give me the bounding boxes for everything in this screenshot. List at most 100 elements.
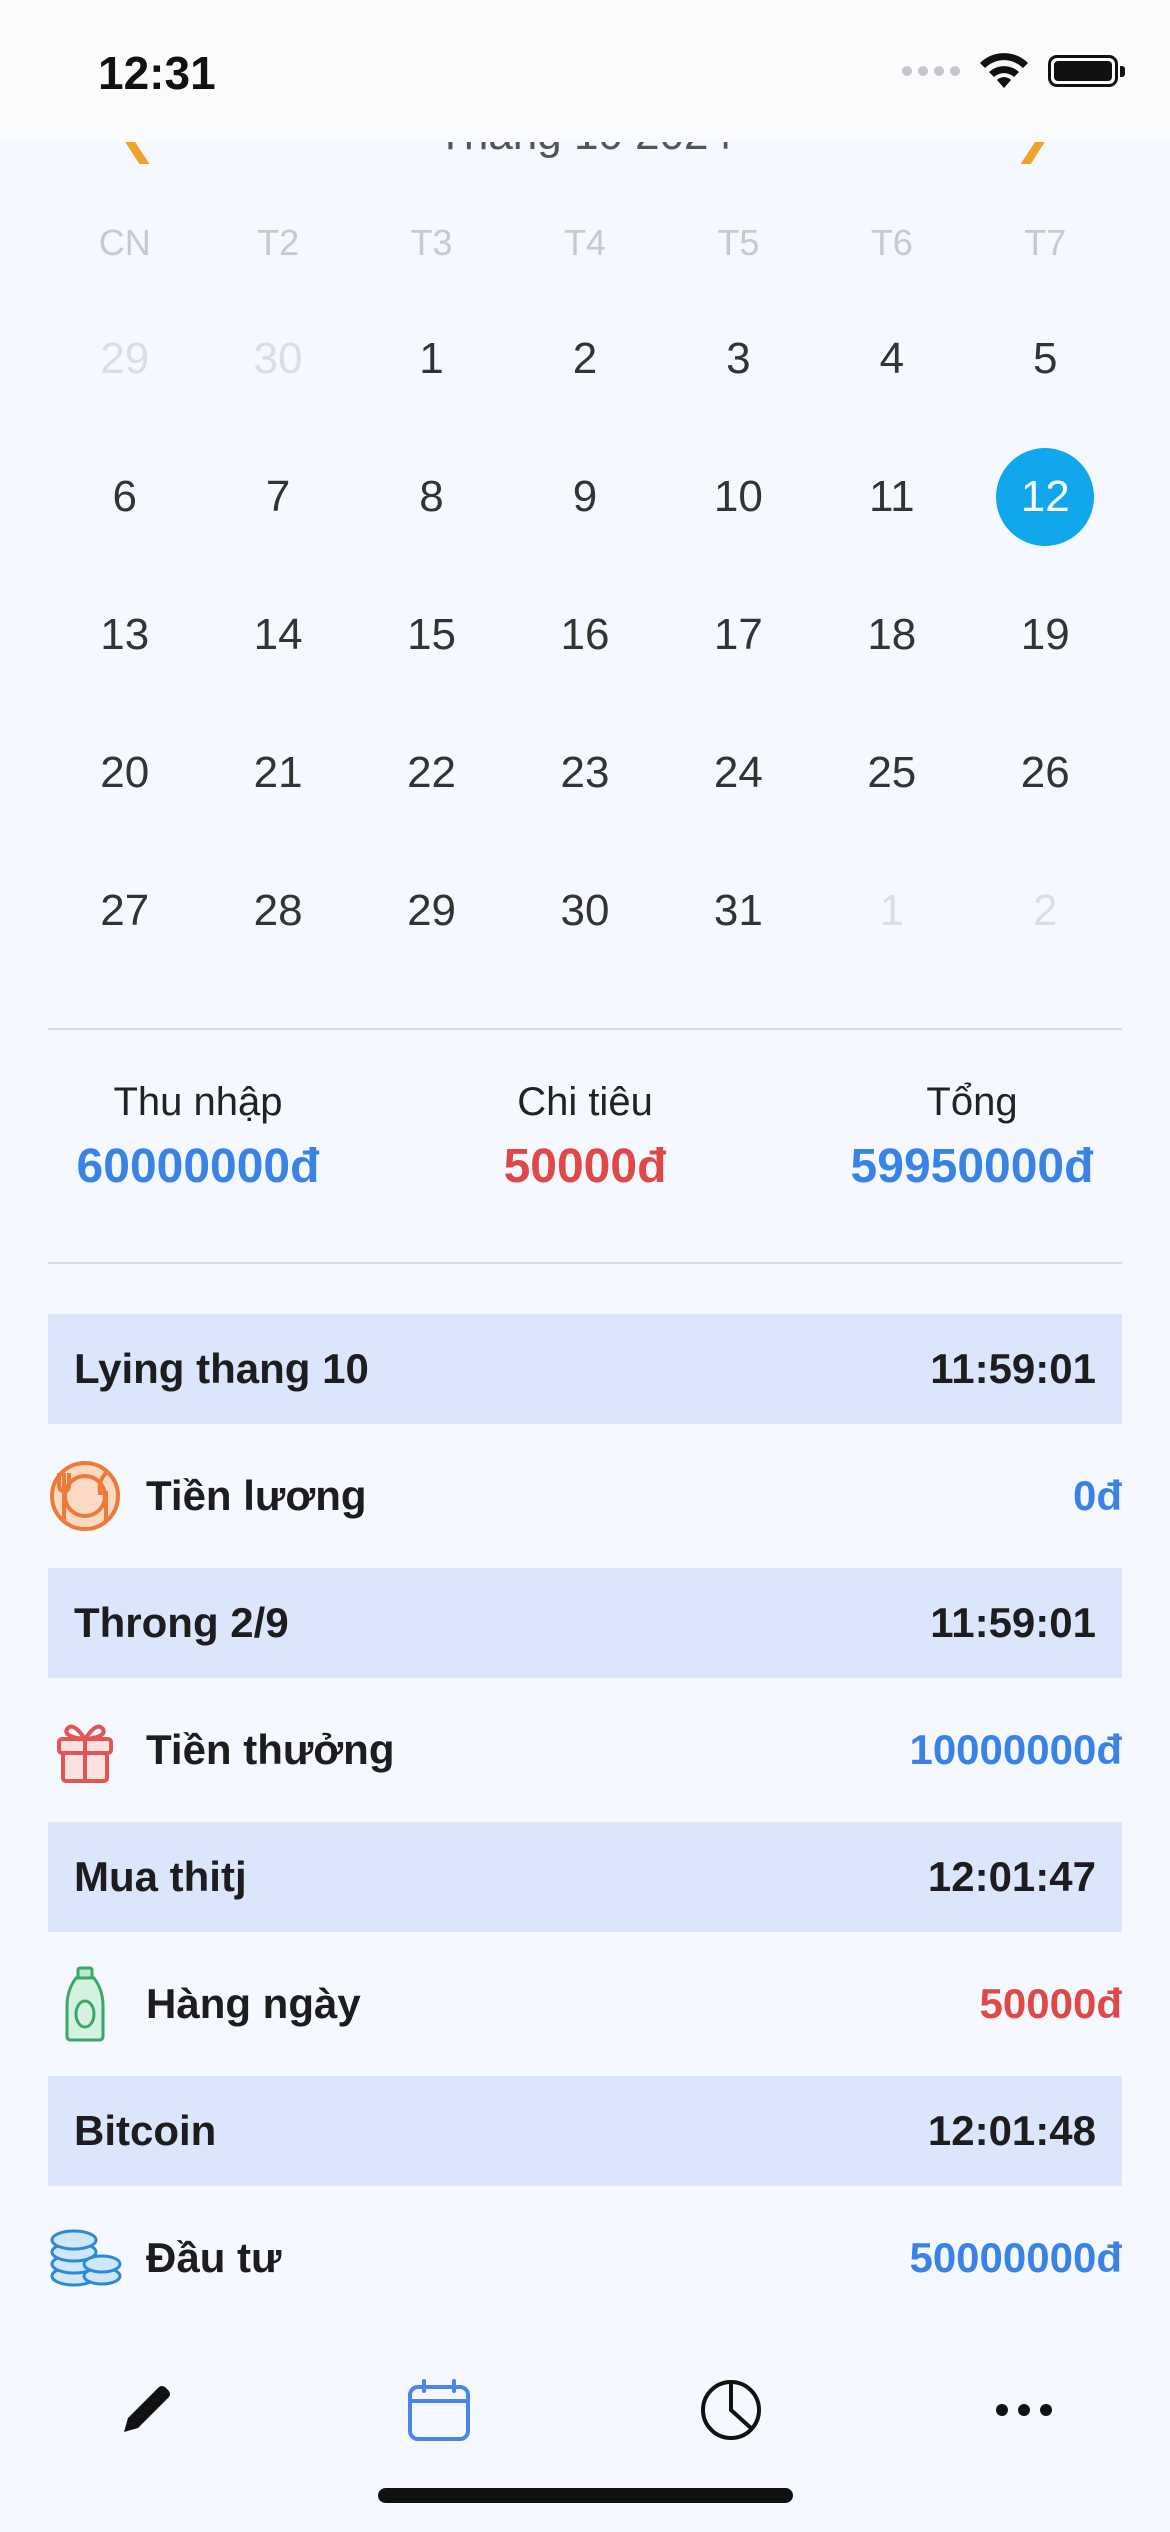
transaction-row[interactable]: Tiền thưởng 10000000đ [48, 1678, 1122, 1822]
divider [48, 1262, 1122, 1264]
status-bar: 12:31 [0, 0, 1170, 142]
calendar-grid: 29 30 1 2 3 4 5 6 7 8 9 10 11 12 13 14 1… [48, 290, 1122, 980]
transaction-time: 11:59:01 [930, 1599, 1096, 1646]
battery-icon [1048, 55, 1125, 87]
transaction-time: 12:01:48 [927, 2107, 1096, 2154]
calendar-week: 27 28 29 30 31 1 2 [48, 842, 1122, 980]
pie-chart-icon [701, 2380, 762, 2440]
status-time: 12:31 [98, 47, 216, 99]
calendar-day[interactable]: 22 [355, 704, 508, 842]
calendar-day[interactable]: 13 [48, 566, 201, 704]
calendar-day[interactable]: 16 [508, 566, 661, 704]
coins-icon [48, 2221, 122, 2295]
calendar-day[interactable]: 1 [355, 290, 508, 428]
month-summary: Thu nhập 60000000đ Chi tiêu 50000đ Tổng … [48, 1080, 1122, 1230]
transaction-list: Lying thang 10 11:59:01 Tiền lương 0đ Th… [48, 1314, 1122, 2330]
calendar-day[interactable]: 23 [508, 704, 661, 842]
transaction-header[interactable]: Lying thang 10 11:59:01 [48, 1314, 1122, 1424]
calendar-day[interactable]: 2 [969, 842, 1122, 980]
transaction-amount: 50000000đ [909, 2234, 1122, 2281]
calendar-day[interactable]: 21 [201, 704, 354, 842]
cellular-signal-icon [902, 66, 960, 76]
divider [48, 1028, 1122, 1030]
calendar-day[interactable]: 20 [48, 704, 201, 842]
bottle-icon [48, 1966, 122, 2042]
transaction-category: Hàng ngày [146, 1980, 361, 2027]
expense-summary: Chi tiêu 50000đ [435, 1080, 735, 1194]
calendar-day[interactable]: 4 [815, 290, 968, 428]
calendar-day-selected[interactable]: 12 [969, 428, 1122, 566]
weekday-label: T4 [563, 222, 606, 263]
calendar-day[interactable]: 31 [662, 842, 815, 980]
calendar-day[interactable]: 30 [201, 290, 354, 428]
calendar-day[interactable]: 30 [508, 842, 661, 980]
transaction-note: Lying thang 10 [74, 1345, 369, 1392]
calendar-day[interactable]: 1 [815, 842, 968, 980]
transaction-row[interactable]: Hàng ngày 50000đ [48, 1932, 1122, 2076]
transaction-amount: 10000000đ [909, 1726, 1122, 1773]
transaction-amount: 50000đ [979, 1980, 1122, 2027]
calendar-day[interactable]: 7 [201, 428, 354, 566]
total-label: Tổng [926, 1080, 1018, 1124]
calendar-day[interactable]: 9 [508, 428, 661, 566]
calendar-day[interactable]: 14 [201, 566, 354, 704]
expense-label: Chi tiêu [517, 1080, 653, 1124]
transaction-note: Bitcoin [74, 2107, 217, 2154]
transaction-note: Mua thitj [74, 1853, 247, 1900]
home-indicator [378, 2488, 793, 2503]
more-icon [995, 2404, 1052, 2416]
calendar-day[interactable]: 3 [662, 290, 815, 428]
transaction-category: Tiền thưởng [146, 1726, 395, 1773]
expense-value: 50000đ [503, 1140, 667, 1193]
calendar-day[interactable]: 5 [969, 290, 1122, 428]
weekday-label: T7 [1024, 222, 1067, 263]
tab-calendar[interactable] [293, 2340, 586, 2480]
transaction-row[interactable]: Đầu tư 50000000đ [48, 2186, 1122, 2330]
calendar-week: 6 7 8 9 10 11 12 [48, 428, 1122, 566]
income-label: Thu nhập [113, 1080, 283, 1124]
calendar-icon [407, 2379, 470, 2441]
status-icons [902, 52, 1125, 90]
income-value: 60000000đ [76, 1140, 320, 1193]
calendar-day[interactable]: 29 [48, 290, 201, 428]
tab-bar [0, 2340, 1170, 2480]
weekday-label: T6 [870, 222, 913, 263]
calendar-day[interactable]: 27 [48, 842, 201, 980]
calendar-week: 13 14 15 16 17 18 19 [48, 566, 1122, 704]
tab-more[interactable] [878, 2340, 1170, 2480]
tab-report[interactable] [585, 2340, 878, 2480]
calendar-day[interactable]: 28 [201, 842, 354, 980]
transaction-header[interactable]: Mua thitj 12:01:47 [48, 1822, 1122, 1932]
calendar-day[interactable]: 8 [355, 428, 508, 566]
weekday-label: T2 [257, 222, 300, 263]
weekday-label: CN [98, 222, 151, 263]
wifi-icon [980, 53, 1028, 88]
calendar-day[interactable]: 18 [815, 566, 968, 704]
gift-icon [48, 1713, 122, 1787]
transaction-time: 11:59:01 [930, 1345, 1096, 1392]
tab-input[interactable] [0, 2340, 293, 2480]
calendar-day[interactable]: 17 [662, 566, 815, 704]
calendar-day[interactable]: 10 [662, 428, 815, 566]
calendar-day[interactable]: 15 [355, 566, 508, 704]
total-summary: Tổng 59950000đ [822, 1080, 1122, 1194]
calendar-day[interactable]: 19 [969, 566, 1122, 704]
income-summary: Thu nhập 60000000đ [48, 1080, 348, 1194]
transaction-amount: 0đ [1072, 1472, 1122, 1519]
pencil-icon [124, 2386, 171, 2432]
weekday-label: T3 [410, 222, 453, 263]
calendar-day[interactable]: 11 [815, 428, 968, 566]
transaction-header[interactable]: Bitcoin 12:01:48 [48, 2076, 1122, 2186]
total-value: 59950000đ [850, 1140, 1094, 1193]
calendar-day[interactable]: 2 [508, 290, 661, 428]
calendar-day[interactable]: 26 [969, 704, 1122, 842]
calendar-day[interactable]: 24 [662, 704, 815, 842]
transaction-time: 12:01:47 [927, 1853, 1096, 1900]
transaction-header[interactable]: Throng 2/9 11:59:01 [48, 1568, 1122, 1678]
calendar-day[interactable]: 25 [815, 704, 968, 842]
weekday-row: CN T2 T3 T4 T5 T6 T7 [48, 222, 1122, 264]
calendar-day[interactable]: 6 [48, 428, 201, 566]
transaction-row[interactable]: Tiền lương 0đ [48, 1424, 1122, 1568]
calendar-day[interactable]: 29 [355, 842, 508, 980]
transaction-note: Throng 2/9 [74, 1599, 289, 1646]
